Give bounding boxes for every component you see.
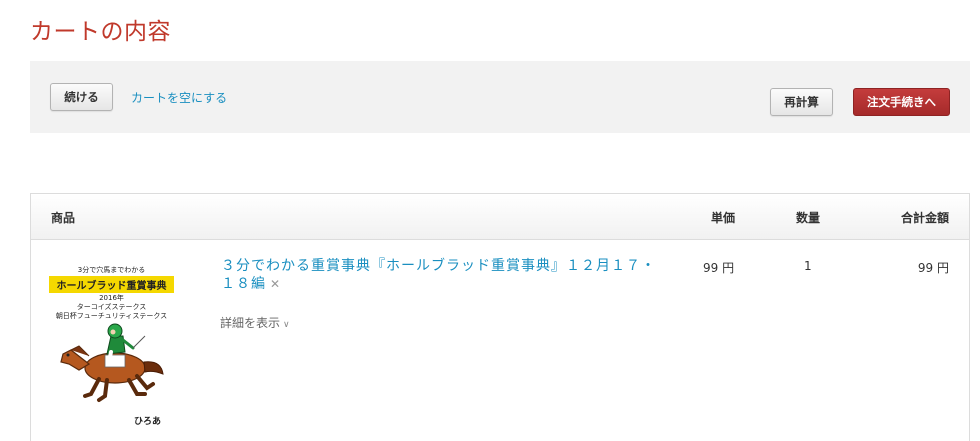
table-header: 商品 単価 数量 合計金額 bbox=[31, 194, 969, 240]
chevron-down-icon: ∨ bbox=[283, 320, 290, 330]
item-title-link[interactable]: ３分でわかる重賞事典『ホールブラッド重賞事典』１２月１７・１８編 bbox=[221, 258, 656, 292]
item-unit-price: 99 円 bbox=[703, 261, 735, 275]
checkout-button[interactable]: 注文手続きへ bbox=[853, 88, 950, 116]
details-label: 詳細を表示 bbox=[220, 316, 281, 330]
page-title: カートの内容 bbox=[30, 19, 171, 45]
item-quantity: 1 bbox=[804, 259, 812, 273]
jockey-horse-illustration bbox=[60, 323, 164, 402]
cover-race-2: 朝日杯フューチュリティステークス bbox=[55, 312, 168, 320]
header-unit-price: 単価 bbox=[711, 211, 736, 225]
cart-table: 商品 単価 数量 合計金額 3分で穴馬までわかる ホールブラッド重賞事典 201… bbox=[30, 193, 970, 441]
cart-toolbar: 続ける カートを空にする 再計算 注文手続きへ bbox=[30, 61, 970, 133]
continue-button[interactable]: 続ける bbox=[50, 83, 113, 111]
header-total: 合計金額 bbox=[900, 211, 949, 225]
header-quantity: 数量 bbox=[796, 211, 821, 225]
item-total: 99 円 bbox=[917, 261, 949, 275]
close-icon[interactable]: ✕ bbox=[270, 275, 280, 293]
table-row: 3分で穴馬までわかる ホールブラッド重賞事典 2016年 ターコイズステークス … bbox=[31, 240, 969, 441]
empty-cart-link[interactable]: カートを空にする bbox=[131, 89, 227, 106]
header-product: 商品 bbox=[51, 211, 76, 225]
book-cover-image[interactable]: 3分で穴馬までわかる ホールブラッド重賞事典 2016年 ターコイズステークス … bbox=[49, 256, 174, 436]
cover-title: ホールブラッド重賞事典 bbox=[49, 276, 174, 293]
show-details-toggle[interactable]: 詳細を表示 ∨ bbox=[220, 314, 290, 331]
cover-subtitle: 3分で穴馬までわかる bbox=[77, 266, 146, 274]
cover-author: ひろあ bbox=[134, 417, 162, 427]
recalculate-button[interactable]: 再計算 bbox=[770, 88, 833, 116]
